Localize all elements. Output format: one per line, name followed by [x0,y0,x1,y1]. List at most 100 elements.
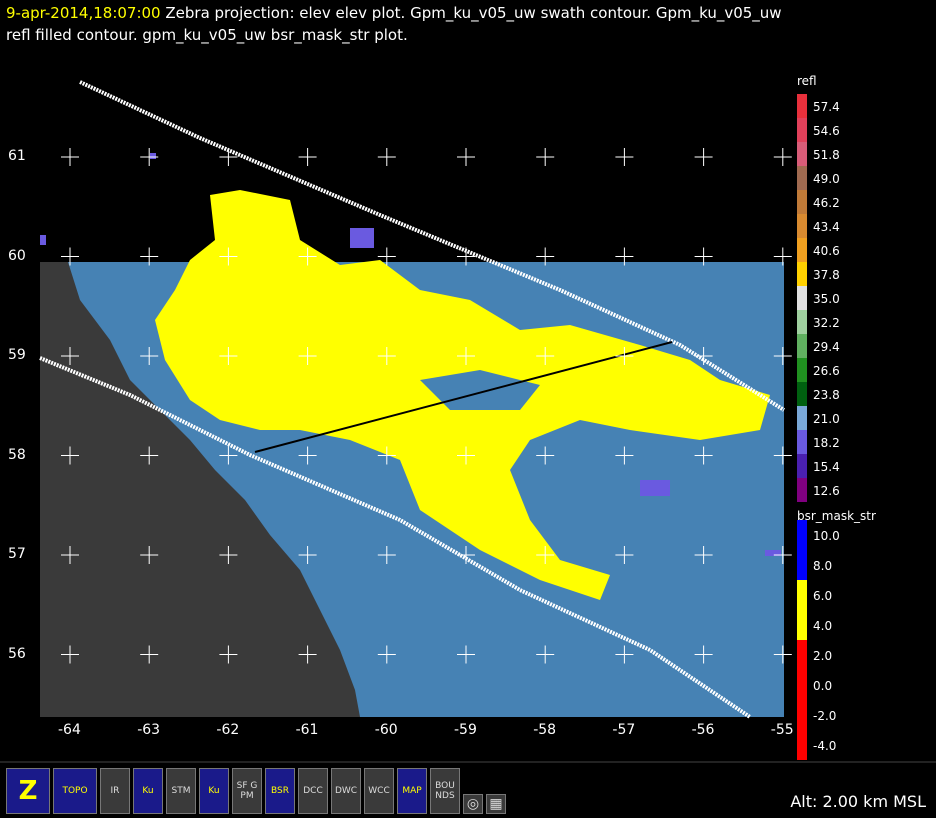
lon-tick-label: -64 [58,722,81,738]
lon-tick-label: -60 [374,722,398,738]
toolbar-button-topo[interactable]: TOPO [53,768,97,814]
refl-cell [640,480,670,496]
legend-swatch [797,358,807,382]
lon-tick-label: -58 [533,722,557,738]
toolbar-button-z[interactable]: Z [6,768,50,814]
legend-label: 46.2 [813,196,840,210]
legend-swatch [797,700,807,730]
legend-swatch [797,214,807,238]
lon-tick-label: -57 [612,722,636,738]
toolbar-button-bounds[interactable]: BOUNDS [430,768,460,814]
legend-swatch [797,520,807,550]
legend-swatch [797,190,807,214]
legend-label: 37.8 [813,268,840,282]
legend-swatch [797,730,807,760]
legend-swatch [797,478,807,502]
grid-cross [140,148,159,166]
legend-swatch [797,262,807,286]
legend-swatch [797,118,807,142]
altitude-readout: Alt: 2.00 km MSL [790,792,926,811]
legend-swatch [797,430,807,454]
legend-label: 4.0 [813,619,832,633]
lat-tick-label: 56 [8,645,26,662]
legend-swatch [797,382,807,406]
legend-label: 2.0 [813,649,832,663]
lat-tick-label: 59 [8,347,26,363]
toolbar-button-sf-gpm[interactable]: SF GPM [232,768,262,814]
legend-swatch [797,580,807,610]
legend-label: 32.2 [813,316,840,330]
lon-tick-label: -63 [137,722,161,738]
toolbar-button-wcc[interactable]: WCC [364,768,394,814]
legend-swatch [797,286,807,310]
grid-cross [377,148,396,166]
legend-label: 57.4 [813,100,840,114]
legend-swatch [797,670,807,700]
toolbar-button-map[interactable]: MAP [397,768,427,814]
legend-swatch [797,550,807,580]
target-icon[interactable]: ◎ [463,794,483,814]
lon-tick-label: -55 [770,722,794,738]
legend-label: 23.8 [813,388,840,402]
legend-swatch [797,310,807,334]
grid-cross [615,148,634,166]
toolbar-button-ku[interactable]: Ku [133,768,163,814]
legend-label: 49.0 [813,172,840,186]
toolbar-button-stm[interactable]: STM [166,768,196,814]
legend-label: 6.0 [813,589,832,603]
legend-label: 0.0 [813,679,832,693]
toolbar-button-ku[interactable]: Ku [199,768,229,814]
lat-tick-label: 60 [8,247,26,264]
legend-swatch [797,142,807,166]
grid-cross [457,148,475,166]
legend-swatch [797,166,807,190]
refl-legend: 57.4 54.6 51.8 49.0 46.2 43.4 40.6 37.8 35.0 32.2… [797,94,840,502]
grid-cross [536,148,555,166]
bsr-legend-title: bsr_mask_str [797,509,876,523]
legend-label: 35.0 [813,292,840,306]
toolbar-button-dcc[interactable]: DCC [298,768,328,814]
legend-swatch [797,454,807,478]
legend-label: -4.0 [813,739,836,753]
legend-label: 10.0 [813,529,840,543]
lon-tick-label: -61 [295,722,319,738]
legend-label: 43.4 [813,220,840,234]
refl-cell [150,153,156,159]
legend-swatch [797,238,807,262]
grid-cross [694,148,713,166]
legend-swatch [797,94,807,118]
legend-label: 29.4 [813,340,840,354]
legend-label: 26.6 [813,364,840,378]
refl-cell [350,228,374,248]
legend-label: 40.6 [813,244,840,258]
toolbar-button-ir[interactable]: IR [100,768,130,814]
toolbar-button-dwc[interactable]: DWC [331,768,361,814]
legend-swatch [797,334,807,358]
map-canvas[interactable]: 57.4 54.6 51.8 49.0 46.2 43.4 40.6 37.8 35.0 32.2… [0,0,936,818]
legend-label: 21.0 [813,412,840,426]
lon-tick-label: -59 [454,722,477,738]
legend-swatch [797,610,807,640]
legend-label: 51.8 [813,148,840,162]
grid-icon[interactable]: ▦ [486,794,506,814]
toolbar-button-bsr[interactable]: BSR [265,768,295,814]
legend-label: 12.6 [813,484,840,498]
grid-cross [298,148,317,166]
legend-label: 8.0 [813,559,832,573]
lon-tick-label: -56 [691,722,715,738]
lat-tick-label: 61 [8,148,26,164]
legend-swatch [797,640,807,670]
grid-cross [773,148,792,166]
legend-label: 15.4 [813,460,840,474]
lon-tick-label: -62 [216,722,240,738]
toolbar: Z TOPO IR Ku STM Ku SF GPM BSR DCC DWC WCC MAP BOUND… [6,768,506,816]
lat-tick-label: 58 [8,446,26,463]
lat-tick-label: 57 [8,546,26,562]
legend-label: 54.6 [813,124,840,138]
legend-label: -2.0 [813,709,836,723]
refl-cell [40,235,46,245]
legend-swatch [797,406,807,430]
refl-legend-title: refl [797,74,817,88]
bsr-legend: 10.0 8.0 6.0 4.0 2.0 0.0 -2.0 -4.0 [797,520,840,760]
grid-cross [61,148,79,166]
